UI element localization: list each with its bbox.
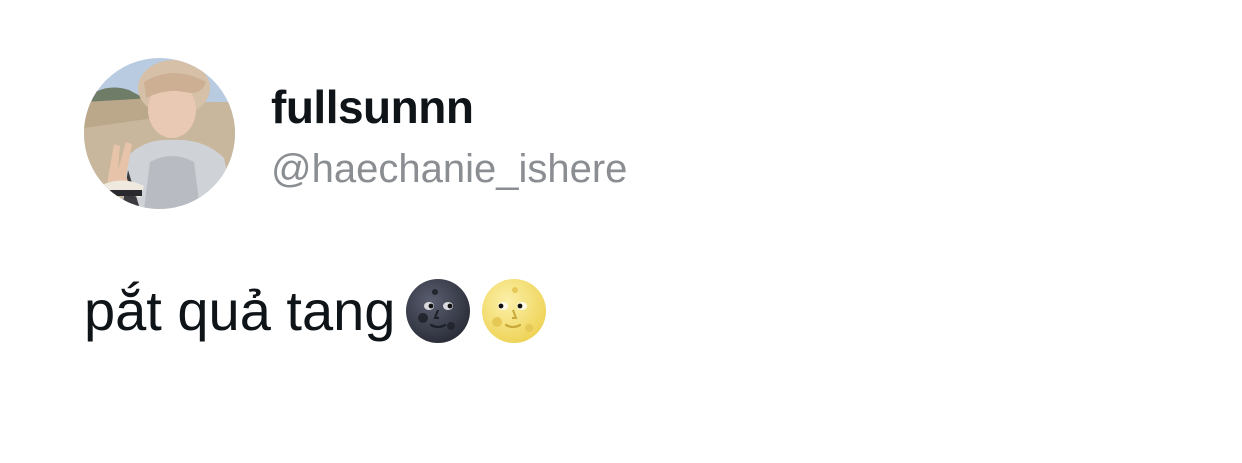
tweet-body: pắt quả tang <box>84 276 547 346</box>
full-moon-face-icon <box>481 278 547 344</box>
user-handle[interactable]: @haechanie_ishere <box>271 143 627 195</box>
tweet-card: fullsunnn @haechanie_ishere pắt quả tang <box>0 0 1242 463</box>
avatar[interactable] <box>84 58 235 209</box>
avatar-photo <box>84 58 235 209</box>
tweet-text: pắt quả tang <box>84 279 396 342</box>
new-moon-face-icon <box>405 278 471 344</box>
display-name[interactable]: fullsunnn <box>271 80 474 134</box>
